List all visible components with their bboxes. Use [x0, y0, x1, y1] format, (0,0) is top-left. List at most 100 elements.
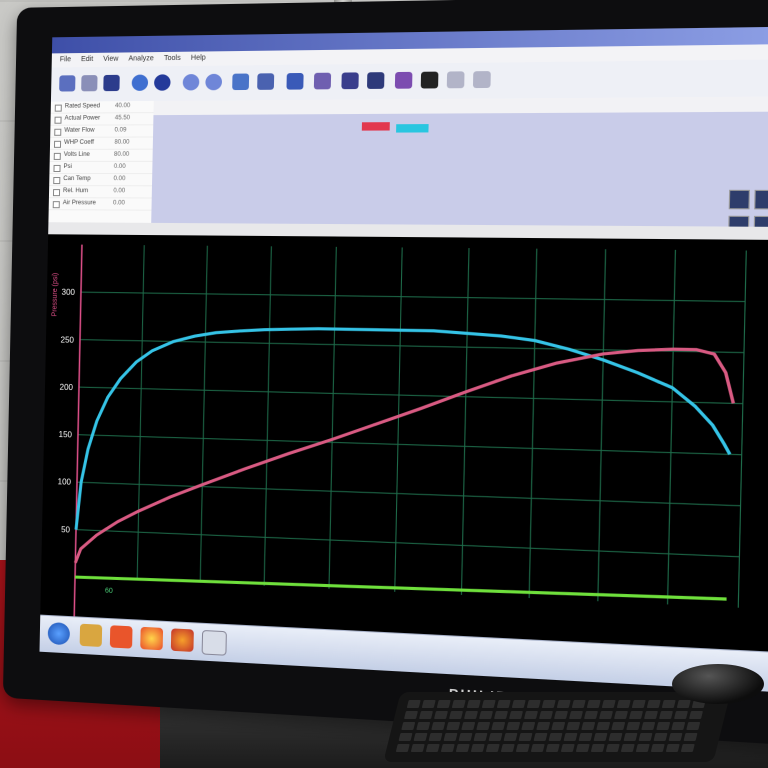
- key[interactable]: [521, 722, 535, 730]
- menu-item-file[interactable]: File: [60, 56, 71, 63]
- key[interactable]: [581, 722, 595, 730]
- key[interactable]: [404, 711, 418, 719]
- key[interactable]: [671, 722, 685, 730]
- key[interactable]: [434, 711, 448, 719]
- key[interactable]: [644, 711, 658, 719]
- menu-item-analyze[interactable]: Analyze: [128, 55, 153, 62]
- key[interactable]: [444, 733, 458, 741]
- key[interactable]: [407, 700, 421, 708]
- key[interactable]: [501, 744, 515, 752]
- cross-icon[interactable]: [257, 73, 274, 90]
- key[interactable]: [602, 700, 616, 708]
- key[interactable]: [546, 744, 560, 752]
- key[interactable]: [531, 744, 545, 752]
- key[interactable]: [399, 733, 413, 741]
- key[interactable]: [624, 733, 638, 741]
- key[interactable]: [666, 744, 680, 752]
- key[interactable]: [411, 744, 425, 752]
- key[interactable]: [641, 722, 655, 730]
- key[interactable]: [549, 733, 563, 741]
- key[interactable]: [662, 700, 676, 708]
- key[interactable]: [479, 711, 493, 719]
- key[interactable]: [504, 733, 518, 741]
- key[interactable]: [431, 722, 445, 730]
- channel-row[interactable]: Rated Speed 40.00: [51, 101, 154, 114]
- key[interactable]: [684, 733, 698, 741]
- key[interactable]: [471, 744, 485, 752]
- pointer-icon[interactable]: [286, 73, 303, 90]
- key[interactable]: [611, 722, 625, 730]
- key[interactable]: [536, 722, 550, 730]
- key[interactable]: [579, 733, 593, 741]
- key[interactable]: [669, 733, 683, 741]
- chrome-icon[interactable]: [140, 627, 163, 651]
- key[interactable]: [441, 744, 455, 752]
- record-icon[interactable]: [132, 75, 149, 91]
- key[interactable]: [516, 744, 530, 752]
- key[interactable]: [647, 700, 661, 708]
- key[interactable]: [572, 700, 586, 708]
- key[interactable]: [467, 700, 481, 708]
- key[interactable]: [614, 711, 628, 719]
- media-icon[interactable]: [110, 625, 133, 648]
- key[interactable]: [524, 711, 538, 719]
- zoom-in-icon[interactable]: [183, 74, 200, 90]
- channel-row[interactable]: Actual Power 45.50: [50, 113, 153, 126]
- channel-row[interactable]: Psi 0.00: [49, 162, 152, 174]
- key[interactable]: [449, 711, 463, 719]
- key[interactable]: [429, 733, 443, 741]
- key[interactable]: [639, 733, 653, 741]
- channel-row[interactable]: Rel. Hum 0.00: [49, 186, 152, 198]
- key[interactable]: [659, 711, 673, 719]
- key[interactable]: [401, 722, 415, 730]
- open-icon[interactable]: [59, 75, 75, 91]
- key[interactable]: [621, 744, 635, 752]
- key[interactable]: [677, 700, 691, 708]
- tool-icon[interactable]: [314, 73, 331, 90]
- key[interactable]: [594, 733, 608, 741]
- key[interactable]: [486, 744, 500, 752]
- save-icon[interactable]: [103, 75, 120, 91]
- app-window-icon[interactable]: [202, 630, 227, 656]
- key[interactable]: [476, 722, 490, 730]
- key[interactable]: [452, 700, 466, 708]
- menu-item-view[interactable]: View: [103, 56, 118, 63]
- key[interactable]: [606, 744, 620, 752]
- key[interactable]: [506, 722, 520, 730]
- settings-icon[interactable]: [81, 75, 97, 91]
- key[interactable]: [681, 744, 695, 752]
- key[interactable]: [426, 744, 440, 752]
- layout-button[interactable]: [754, 190, 768, 210]
- key[interactable]: [566, 722, 580, 730]
- chart-icon[interactable]: [341, 72, 358, 89]
- dyno-chart[interactable]: 50 100 150 200 250 300 Pressure (psi) 60: [40, 234, 768, 653]
- channel-row[interactable]: Can Temp 0.00: [49, 174, 152, 186]
- key[interactable]: [689, 711, 703, 719]
- channel-row[interactable]: Air Pressure 0.00: [49, 198, 152, 211]
- key[interactable]: [636, 744, 650, 752]
- key[interactable]: [419, 711, 433, 719]
- display-icon[interactable]: [421, 72, 439, 89]
- grid-icon[interactable]: [367, 72, 384, 89]
- key[interactable]: [474, 733, 488, 741]
- key[interactable]: [482, 700, 496, 708]
- layout-button[interactable]: [729, 190, 750, 210]
- channel-row[interactable]: Water Flow 0.09: [50, 125, 153, 138]
- key[interactable]: [629, 711, 643, 719]
- key[interactable]: [396, 744, 410, 752]
- refresh-icon[interactable]: [232, 74, 249, 91]
- key[interactable]: [509, 711, 523, 719]
- key[interactable]: [414, 733, 428, 741]
- firefox-icon[interactable]: [171, 628, 194, 652]
- key[interactable]: [519, 733, 533, 741]
- red-series-tag[interactable]: [362, 122, 390, 130]
- key[interactable]: [654, 733, 668, 741]
- start-button[interactable]: [48, 622, 70, 645]
- menu-item-edit[interactable]: Edit: [81, 56, 93, 63]
- key[interactable]: [464, 711, 478, 719]
- channel-row[interactable]: WHP Coeff 80.00: [50, 138, 153, 150]
- key[interactable]: [527, 700, 541, 708]
- key[interactable]: [534, 733, 548, 741]
- key[interactable]: [632, 700, 646, 708]
- key[interactable]: [576, 744, 590, 752]
